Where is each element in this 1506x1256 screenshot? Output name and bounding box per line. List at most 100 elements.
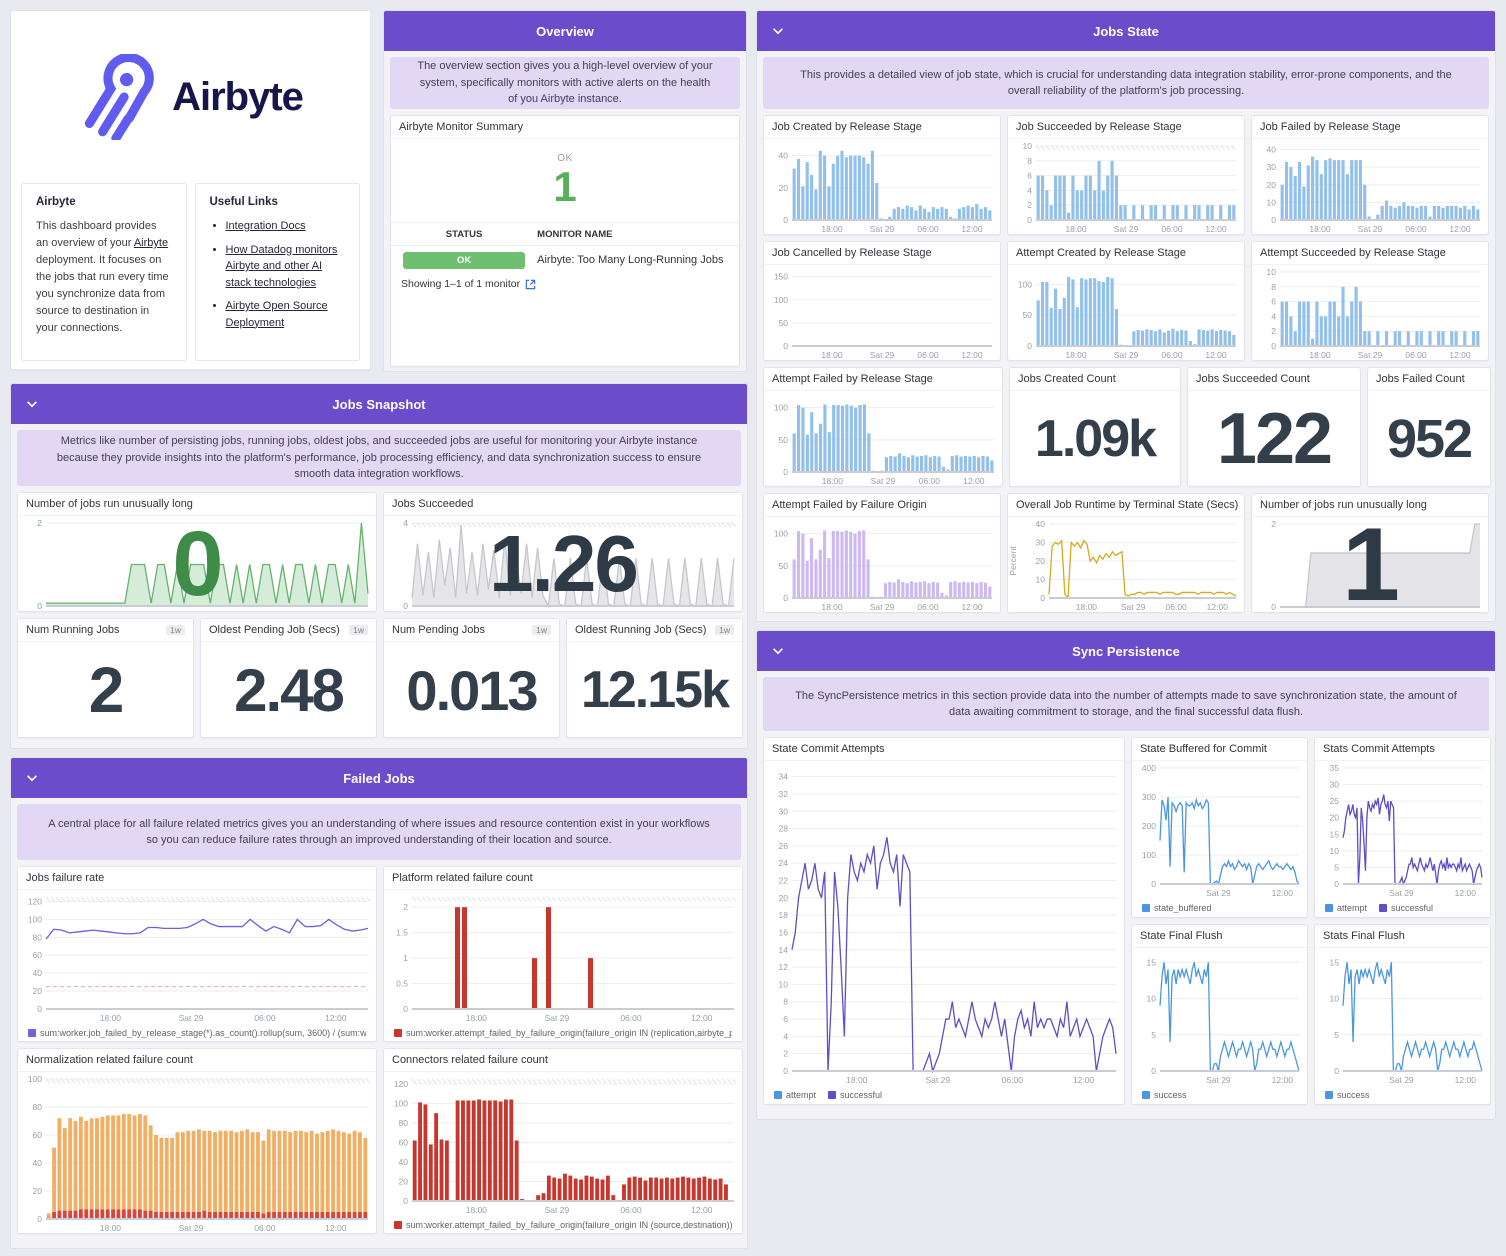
chart-legend[interactable]: attempt successful: [764, 1086, 1124, 1104]
svg-text:Sat 29: Sat 29: [871, 476, 896, 486]
svg-text:50: 50: [779, 561, 789, 571]
airbyte-logo-mark: [84, 54, 154, 140]
svg-text:06:00: 06:00: [620, 1205, 642, 1215]
chart-plot-area[interactable]: 0 20 40 60 80 100 120 18:00 Sat 29 06:00 12:00: [18, 890, 376, 1024]
svg-text:12:00: 12:00: [1449, 224, 1471, 234]
query-value: 2.48: [234, 656, 345, 724]
chart-plot-area[interactable]: 0 2 4 6 8 10 18:00 Sat 29 06:00 12:00: [1008, 139, 1244, 234]
chart-attempt-failed-release: Attempt Failed by Release Stage 0 50 100 18…: [763, 367, 1003, 487]
svg-text:25: 25: [1330, 796, 1340, 806]
chevron-down-icon[interactable]: [25, 771, 39, 785]
section-header-failed-jobs[interactable]: Failed Jobs: [11, 758, 747, 798]
svg-text:12:00: 12:00: [691, 1205, 713, 1215]
chart-job-cancelled: Job Cancelled by Release Stage 0 50 100 150…: [763, 241, 1001, 361]
svg-text:Sat 29: Sat 29: [1114, 224, 1139, 234]
svg-text:0: 0: [1027, 341, 1032, 351]
svg-text:0: 0: [403, 1004, 408, 1014]
svg-text:18:00: 18:00: [846, 1075, 868, 1085]
link-open-source-deployment[interactable]: Airbyte Open Source Deployment: [226, 300, 328, 329]
chart-plot-area[interactable]: 0 2 4 6 8 10 18:00 Sat 29 06:00 12:00: [1252, 265, 1488, 360]
monitor-ok-count: 1: [553, 163, 577, 210]
svg-text:0: 0: [1271, 341, 1276, 351]
svg-text:40: 40: [1036, 519, 1046, 529]
svg-text:40: 40: [1267, 145, 1277, 155]
widget-jobs-succeeded-count: Jobs Succeeded Count 122: [1187, 367, 1361, 487]
chart-legend[interactable]: sum:worker.attempt_failed_by_failure_ori…: [384, 1024, 742, 1041]
svg-text:0: 0: [37, 601, 42, 611]
widget-oldest-running-job: Oldest Running Job (Secs) 1w 12.15k: [566, 618, 743, 738]
chart-title: Job Succeeded by Release Stage: [1016, 121, 1182, 133]
about-text: This dashboard provides an overview of y…: [36, 220, 169, 335]
chart-title: Job Created by Release Stage: [772, 121, 922, 133]
svg-text:0: 0: [37, 1214, 42, 1224]
chevron-down-icon[interactable]: [25, 397, 39, 411]
svg-text:12:00: 12:00: [1073, 1075, 1095, 1085]
monitor-table-header: STATUS MONITOR NAME: [391, 222, 739, 247]
svg-text:10: 10: [1267, 197, 1277, 207]
link-how-datadog-monitors[interactable]: How Datadog monitors Airbyte and other A…: [226, 244, 338, 289]
chart-plot-area[interactable]: 020: [18, 513, 376, 611]
chart-plot-area[interactable]: 0 0.5 1 1.5 2 18:00 Sat 29 06:00 12:00: [384, 890, 742, 1024]
query-value: 12.15k: [580, 661, 730, 719]
chart-plot-area[interactable]: 0 20 40 60 80 100 120 18:00 Sat 29 06:00 12:00: [384, 1072, 742, 1216]
svg-text:50: 50: [779, 318, 789, 328]
monitor-summary-widget: Airbyte Monitor Summary OK 1 STATUS MONI…: [390, 115, 740, 367]
chart-plot-area[interactable]: 0 50 100 18:00 Sat 29 06:00 12:00: [764, 517, 1000, 612]
svg-text:Sat 29: Sat 29: [870, 224, 895, 234]
chart-plot-area[interactable]: 0 20 40 60 80 100 18:00 Sat 29 06:00 12:00: [18, 1072, 376, 1233]
svg-text:4: 4: [403, 518, 408, 528]
chart-title: Normalization related failure count: [26, 1054, 193, 1066]
svg-text:10: 10: [1147, 994, 1157, 1004]
section-header-jobs-state[interactable]: Jobs State: [757, 11, 1495, 51]
chart-legend[interactable]: attempt successful: [1315, 899, 1490, 917]
chart-plot-area[interactable]: 0 4 1.26: [384, 516, 742, 611]
chart-plot-area[interactable]: 0 2 4 6 8 10 12 14 16 18 20 22 24 26 28 30 32 34 18:00 Sat …: [764, 761, 1124, 1086]
chart-plot-area[interactable]: 0 5 10 15 20 25 30 35 Sat 29 12:00: [1315, 761, 1490, 899]
chart-plot-area[interactable]: 0 50 100 150 18:00 Sat 29 06:00 12:00: [764, 265, 1000, 360]
svg-text:06:00: 06:00: [1405, 350, 1427, 360]
monitor-row[interactable]: OK Airbyte: Too Many Long-Running Jobs: [391, 246, 739, 274]
chart-plot-area[interactable]: 021: [1252, 507, 1488, 612]
svg-text:0: 0: [783, 341, 788, 351]
chart-plot-area[interactable]: 0 5 10 15 Sat 29 12:00: [1132, 948, 1307, 1086]
airbyte-link[interactable]: Airbyte: [134, 237, 168, 249]
svg-text:100: 100: [774, 403, 788, 413]
svg-text:Sat 29: Sat 29: [545, 1205, 570, 1215]
svg-text:06:00: 06:00: [1161, 224, 1183, 234]
svg-text:200: 200: [1142, 821, 1156, 831]
chart-plot-area[interactable]: 0 50 100 18:00 Sat 29 06:00 12:00: [1008, 265, 1244, 360]
chart-legend[interactable]: sum:worker.job_failed_by_release_stage(*…: [18, 1024, 376, 1041]
chart-plot-area[interactable]: 0 50 100 18:00 Sat 29 06:00 12:00: [764, 391, 1002, 486]
chart-plot-area[interactable]: 0 5 10 15 Sat 29 12:00: [1315, 948, 1490, 1086]
chevron-down-icon[interactable]: [771, 24, 785, 38]
chart-title: Stats Commit Attempts: [1323, 743, 1435, 755]
svg-text:150: 150: [774, 272, 788, 282]
chart-plot-area[interactable]: 0 100 200 300 400 Sat 29 12:00: [1132, 761, 1307, 899]
link-integration-docs[interactable]: Integration Docs: [226, 220, 306, 232]
section-header-jobs-snapshot[interactable]: Jobs Snapshot: [11, 384, 747, 424]
svg-text:18:00: 18:00: [1309, 350, 1331, 360]
svg-text:06:00: 06:00: [620, 1013, 642, 1023]
chart-stats-final-flush: Stats Final Flush 0 5 10 15 Sat 29 12:00 succ…: [1314, 924, 1491, 1105]
section-title: Jobs Snapshot: [332, 396, 426, 412]
chart-legend[interactable]: success: [1132, 1086, 1307, 1104]
chart-legend[interactable]: state_buffered: [1132, 899, 1307, 917]
widget-jobs-created-count: Jobs Created Count 1.09k: [1009, 367, 1181, 487]
section-header-sync-persistence[interactable]: Sync Persistence: [757, 631, 1495, 671]
chart-plot-area[interactable]: 0 20 40 18:00 Sat 29 06:00 12:00: [764, 139, 1000, 234]
svg-text:30: 30: [1330, 780, 1340, 790]
chart-plot-area[interactable]: 0 10 20 30 40 Percent 18:00 Sat 29 06:00 12:00: [1008, 517, 1244, 612]
external-link-icon[interactable]: [525, 279, 536, 290]
chart-title: Jobs Succeeded: [392, 498, 474, 510]
svg-text:06:00: 06:00: [917, 350, 939, 360]
chart-legend[interactable]: success: [1315, 1086, 1490, 1104]
chart-plot-area[interactable]: 0 10 20 30 40 18:00 Sat 29 06:00 12:00: [1252, 139, 1488, 234]
chevron-down-icon[interactable]: [771, 644, 785, 658]
svg-text:15: 15: [1147, 957, 1157, 967]
svg-text:20: 20: [399, 1176, 409, 1186]
svg-text:0: 0: [1027, 215, 1032, 225]
chart-legend[interactable]: sum:worker.attempt_failed_by_failure_ori…: [384, 1216, 742, 1233]
chart-title: Job Failed by Release Stage: [1260, 121, 1401, 133]
svg-text:12:00: 12:00: [325, 1013, 347, 1023]
section-header-overview[interactable]: Overview: [384, 11, 746, 51]
